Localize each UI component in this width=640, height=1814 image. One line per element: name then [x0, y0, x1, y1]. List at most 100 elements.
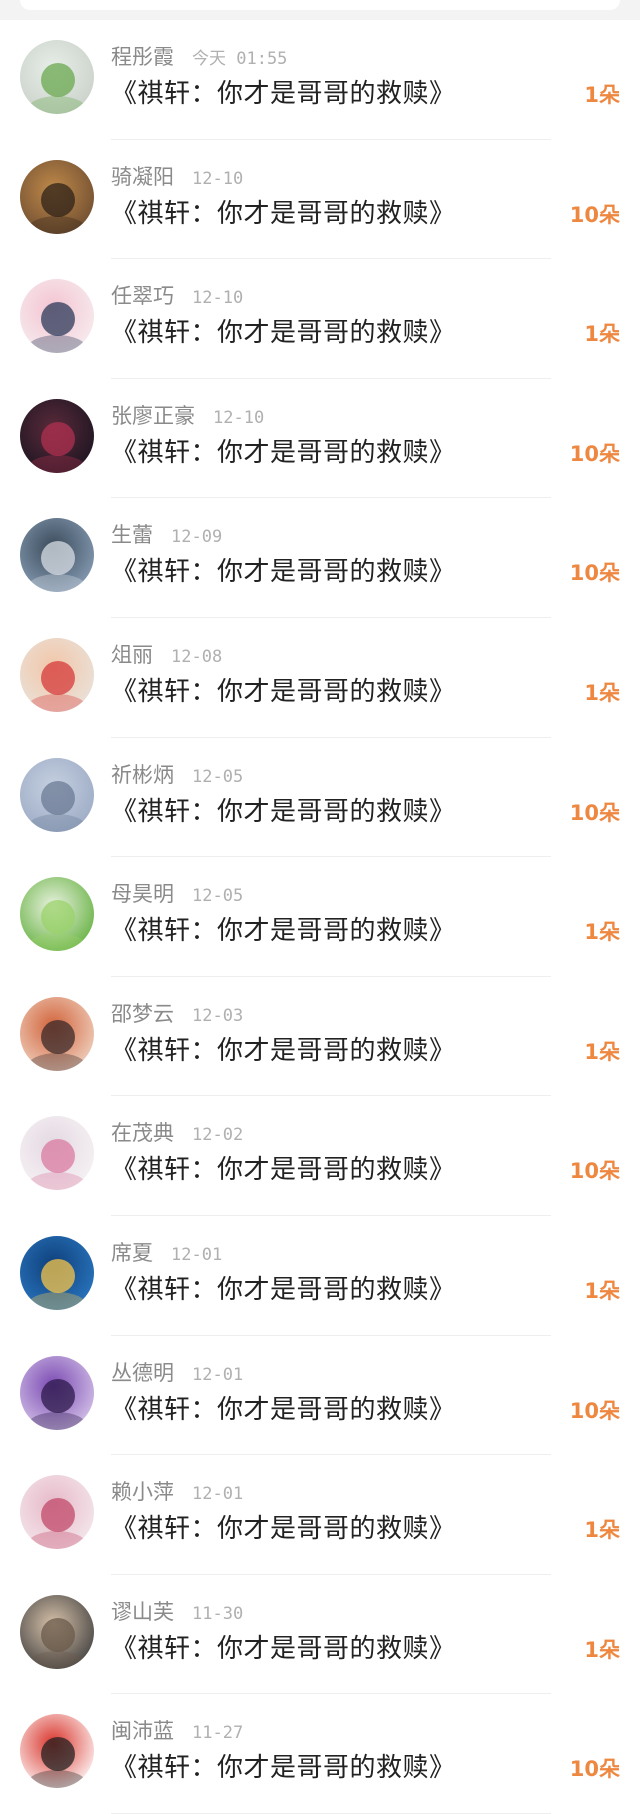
- user-name[interactable]: 任翠巧: [111, 280, 174, 310]
- timestamp: 12-05: [192, 766, 244, 787]
- avatar[interactable]: [20, 1594, 94, 1669]
- book-title[interactable]: 《祺轩：你才是哥哥的救赎》: [111, 910, 456, 947]
- avatar[interactable]: [20, 1355, 94, 1430]
- list-item[interactable]: 程彤霞 今天 01:55 《祺轩：你才是哥哥的救赎》 1朵: [0, 20, 640, 140]
- gift-count: 10朵: [569, 1398, 620, 1423]
- avatar-image: [20, 398, 94, 473]
- list-item[interactable]: 赖小萍 12-01 《祺轩：你才是哥哥的救赎》 1朵: [0, 1455, 640, 1575]
- avatar-image: [20, 159, 94, 234]
- avatar-image: [20, 1116, 94, 1191]
- user-name[interactable]: 在茂典: [111, 1117, 174, 1147]
- list-item[interactable]: 任翠巧 12-10 《祺轩：你才是哥哥的救赎》 1朵: [0, 259, 640, 379]
- avatar[interactable]: [20, 637, 94, 712]
- entry-meta: 生蕾 12-09: [111, 519, 223, 548]
- user-name[interactable]: 邵梦云: [111, 998, 174, 1028]
- timestamp: 12-10: [192, 168, 244, 189]
- timestamp: 今天 01:55: [192, 49, 288, 69]
- gift-count: 1朵: [584, 1278, 620, 1303]
- list-item[interactable]: 席夏 12-01 《祺轩：你才是哥哥的救赎》 1朵: [0, 1216, 640, 1336]
- entry-meta: 邵梦云 12-03: [111, 998, 244, 1026]
- avatar-image: [20, 1475, 94, 1550]
- book-title[interactable]: 《祺轩：你才是哥哥的救赎》: [111, 1747, 456, 1784]
- book-title[interactable]: 《祺轩：你才是哥哥的救赎》: [111, 791, 456, 828]
- timestamp: 12-09: [171, 527, 223, 548]
- avatar-image: [20, 637, 94, 712]
- timestamp: 11-30: [192, 1603, 244, 1624]
- gift-count: 10朵: [569, 1757, 620, 1782]
- book-title[interactable]: 《祺轩：你才是哥哥的救赎》: [111, 432, 456, 469]
- user-name[interactable]: 生蕾: [111, 519, 153, 549]
- list-item[interactable]: 骑凝阳 12-10 《祺轩：你才是哥哥的救赎》 10朵: [0, 140, 640, 260]
- book-title[interactable]: 《祺轩：你才是哥哥的救赎》: [111, 1030, 456, 1067]
- entry-meta: 在茂典 12-02: [111, 1117, 243, 1145]
- book-title[interactable]: 《祺轩：你才是哥哥的救赎》: [111, 193, 456, 230]
- book-title[interactable]: 《祺轩：你才是哥哥的救赎》: [111, 312, 456, 349]
- avatar[interactable]: [20, 996, 94, 1071]
- user-name[interactable]: 丛德明: [111, 1357, 174, 1387]
- gift-count: 1朵: [584, 680, 620, 705]
- avatar-image: [20, 996, 94, 1071]
- list-item[interactable]: 在茂典 12-02 《祺轩：你才是哥哥的救赎》 10朵: [0, 1096, 640, 1216]
- user-name[interactable]: 谬山芙: [111, 1596, 174, 1626]
- timestamp: 12-01: [192, 1484, 244, 1505]
- timestamp: 12-10: [192, 288, 244, 309]
- avatar[interactable]: [20, 1235, 94, 1310]
- avatar[interactable]: [20, 159, 94, 234]
- list-item[interactable]: 俎丽 12-08 《祺轩：你才是哥哥的救赎》 1朵: [0, 618, 640, 738]
- avatar[interactable]: [20, 518, 94, 593]
- avatar[interactable]: [20, 757, 94, 832]
- gift-count: 10朵: [569, 800, 620, 825]
- avatar[interactable]: [20, 398, 94, 473]
- entry-meta: 赖小萍 12-01: [111, 1476, 244, 1505]
- list-item[interactable]: 母昊明 12-05 《祺轩：你才是哥哥的救赎》 1朵: [0, 857, 640, 977]
- gift-count: 10朵: [569, 441, 620, 466]
- list-item[interactable]: 丛德明 12-01 《祺轩：你才是哥哥的救赎》 10朵: [0, 1336, 640, 1456]
- gift-record-list: 程彤霞 今天 01:55 《祺轩：你才是哥哥的救赎》 1朵 骑凝阳 12-10 《祺轩：你才…: [0, 20, 640, 1814]
- list-item[interactable]: 邵梦云 12-03 《祺轩：你才是哥哥的救赎》 1朵: [0, 977, 640, 1097]
- user-name[interactable]: 张廖正豪: [111, 400, 195, 430]
- list-item[interactable]: 祈彬炳 12-05 《祺轩：你才是哥哥的救赎》 10朵: [0, 738, 640, 858]
- avatar[interactable]: [20, 40, 94, 114]
- list-item[interactable]: 生蕾 12-09 《祺轩：你才是哥哥的救赎》 10朵: [0, 498, 640, 618]
- user-name[interactable]: 赖小萍: [111, 1476, 174, 1506]
- book-title[interactable]: 《祺轩：你才是哥哥的救赎》: [111, 73, 456, 110]
- book-title[interactable]: 《祺轩：你才是哥哥的救赎》: [111, 1149, 456, 1186]
- top-bar: [0, 0, 640, 20]
- user-name[interactable]: 骑凝阳: [111, 161, 174, 191]
- avatar[interactable]: [20, 1116, 94, 1191]
- list-item[interactable]: 张廖正豪 12-10 《祺轩：你才是哥哥的救赎》 10朵: [0, 379, 640, 499]
- entry-meta: 俎丽 12-08: [111, 639, 222, 667]
- timestamp: 12-03: [192, 1005, 244, 1026]
- list-item[interactable]: 谬山芙 11-30 《祺轩：你才是哥哥的救赎》 1朵: [0, 1575, 640, 1695]
- user-name[interactable]: 俎丽: [111, 639, 153, 669]
- user-name[interactable]: 闽沛蓝: [111, 1715, 174, 1745]
- book-title[interactable]: 《祺轩：你才是哥哥的救赎》: [111, 1508, 456, 1545]
- entry-meta: 谬山芙 11-30: [111, 1596, 244, 1624]
- gift-count: 1朵: [584, 322, 620, 347]
- avatar-image: [20, 1594, 94, 1669]
- user-name[interactable]: 母昊明: [111, 878, 174, 908]
- gift-count: 10朵: [569, 561, 620, 586]
- user-name[interactable]: 祈彬炳: [111, 759, 174, 789]
- book-title[interactable]: 《祺轩：你才是哥哥的救赎》: [111, 1628, 456, 1665]
- avatar[interactable]: [20, 877, 94, 952]
- entry-meta: 丛德明 12-01: [111, 1357, 243, 1385]
- user-name[interactable]: 席夏: [111, 1237, 153, 1267]
- avatar-image: [20, 40, 94, 114]
- entry-meta: 闽沛蓝 11-27: [111, 1715, 243, 1743]
- top-card-edge: [20, 0, 620, 10]
- entry-meta: 祈彬炳 12-05: [111, 759, 244, 787]
- avatar[interactable]: [20, 279, 94, 354]
- list-item[interactable]: 闽沛蓝 11-27 《祺轩：你才是哥哥的救赎》 10朵: [0, 1694, 640, 1814]
- entry-meta: 任翠巧 12-10: [111, 280, 244, 309]
- book-title[interactable]: 《祺轩：你才是哥哥的救赎》: [111, 551, 456, 588]
- avatar-image: [20, 757, 94, 832]
- user-name[interactable]: 程彤霞: [111, 41, 174, 71]
- avatar[interactable]: [20, 1475, 94, 1550]
- avatar[interactable]: [20, 1714, 94, 1789]
- book-title[interactable]: 《祺轩：你才是哥哥的救赎》: [111, 1389, 456, 1426]
- entry-meta: 席夏 12-01: [111, 1237, 222, 1265]
- entry-meta: 张廖正豪 12-10: [111, 400, 264, 428]
- book-title[interactable]: 《祺轩：你才是哥哥的救赎》: [111, 1269, 456, 1306]
- book-title[interactable]: 《祺轩：你才是哥哥的救赎》: [111, 671, 456, 708]
